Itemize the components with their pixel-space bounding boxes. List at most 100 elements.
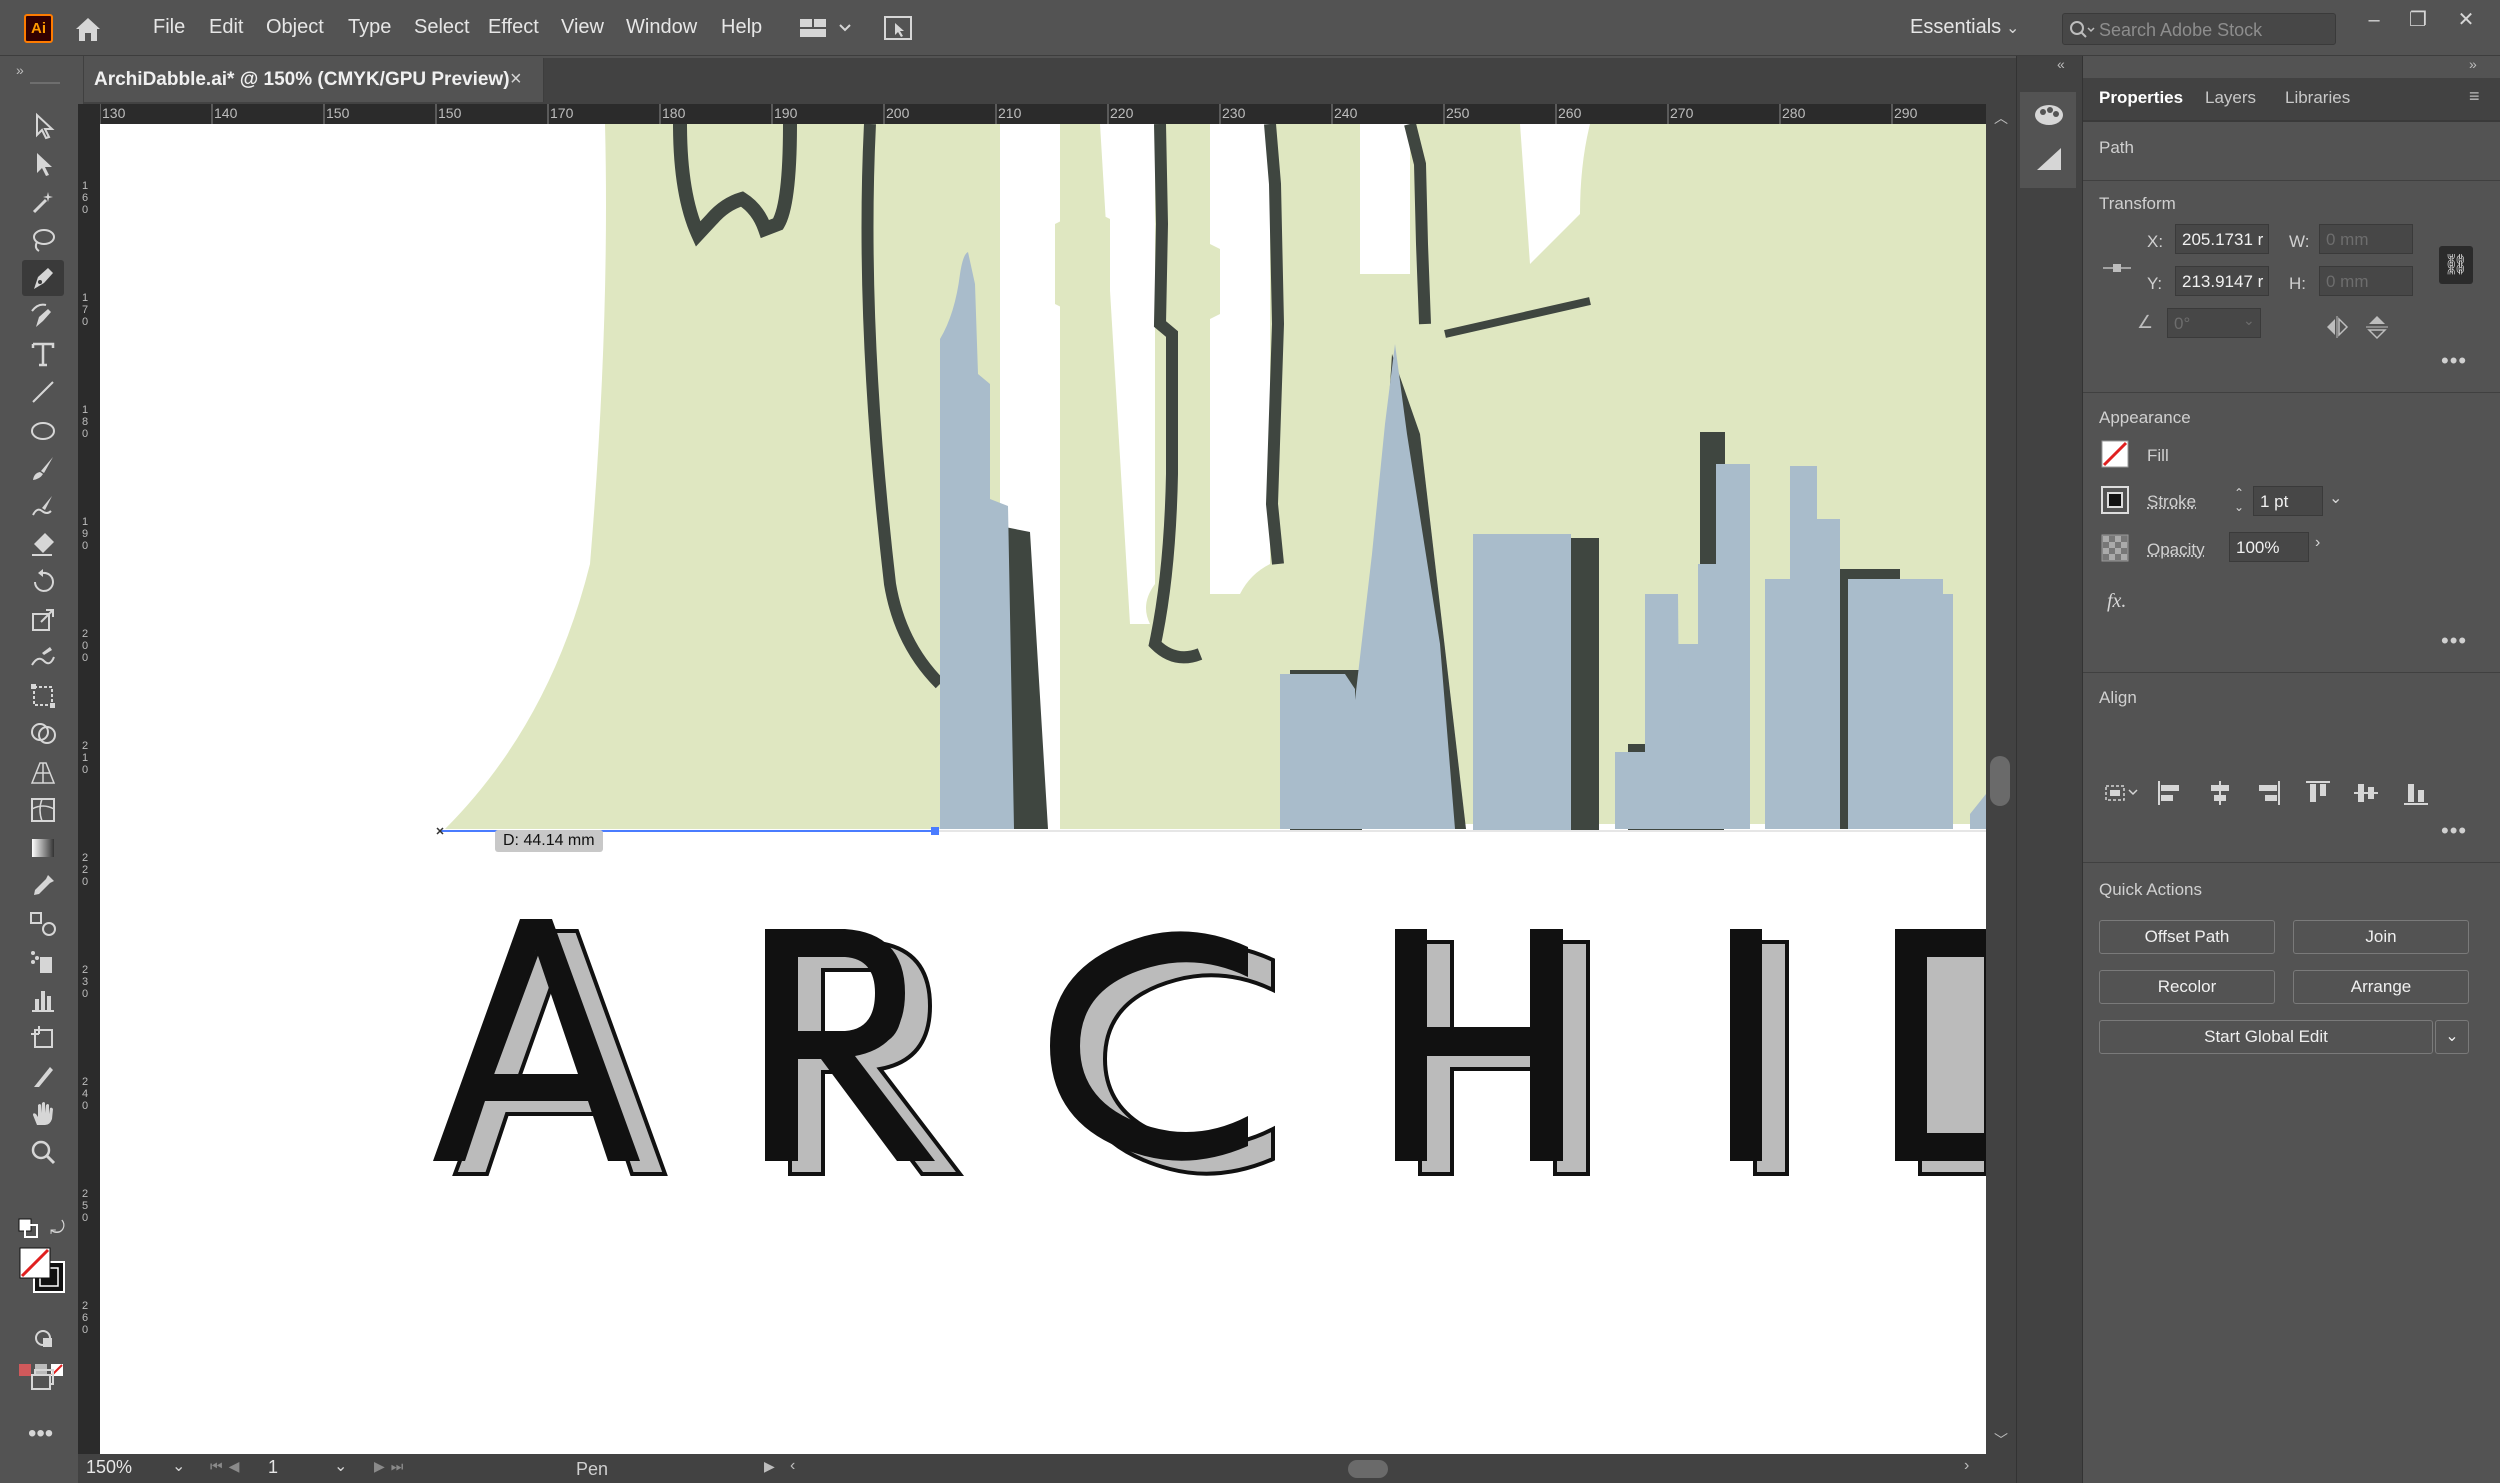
scroll-down-icon[interactable]: ﹀ (1994, 1430, 2008, 1450)
screen-mode-icon[interactable] (22, 1362, 64, 1398)
align-to-selection-icon[interactable] (2103, 778, 2138, 808)
align-horizontal-center-icon[interactable] (2205, 778, 2235, 808)
vertical-ruler[interactable]: 1 6 0 1 7 0 1 8 0 1 9 0 2 0 0 2 1 0 2 2 … (78, 124, 100, 1454)
eyedropper-tool-icon[interactable] (22, 868, 64, 904)
constrain-proportions-icon[interactable]: ⛓ (2439, 246, 2473, 284)
scale-tool-icon[interactable] (22, 602, 64, 638)
y-position-field[interactable]: 213.9147 r (2175, 266, 2269, 296)
gradient-tool-icon[interactable] (22, 830, 64, 866)
fill-stroke-swatch[interactable] (18, 1246, 68, 1294)
appearance-more-icon[interactable]: ••• (2441, 628, 2467, 654)
gradient-panel-icon[interactable] (2032, 144, 2066, 174)
scroll-right-icon[interactable]: › (1964, 1457, 1969, 1475)
menu-type[interactable]: Type (348, 16, 391, 39)
align-more-icon[interactable]: ••• (2441, 818, 2467, 844)
pen-tool-icon[interactable] (22, 260, 64, 296)
horizontal-scroll-thumb[interactable] (1348, 1460, 1388, 1478)
align-vertical-center-icon[interactable] (2351, 778, 2381, 808)
direct-selection-tool-icon[interactable] (22, 146, 64, 182)
chevron-down-icon[interactable]: ⌄ (334, 1456, 347, 1476)
chevron-down-icon[interactable]: ⌄ (2006, 18, 2019, 38)
chevron-right-icon[interactable]: › (2315, 534, 2320, 552)
home-icon[interactable] (72, 14, 104, 44)
free-transform-tool-icon[interactable] (22, 678, 64, 714)
chevron-down-icon[interactable]: ⌄ (2329, 488, 2342, 508)
align-left-icon[interactable] (2155, 778, 2185, 808)
align-bottom-icon[interactable] (2401, 778, 2431, 808)
slice-tool-icon[interactable] (22, 1058, 64, 1094)
last-artboard-icon[interactable]: ▶⏭ (374, 1458, 409, 1475)
flip-vertical-icon[interactable] (2363, 314, 2391, 340)
stroke-weight-field[interactable]: 1 pt (2253, 486, 2323, 516)
align-right-icon[interactable] (2253, 778, 2283, 808)
rotate-tool-icon[interactable] (22, 564, 64, 600)
arrange-documents-icon[interactable] (882, 14, 914, 42)
opacity-icon[interactable] (2101, 534, 2129, 562)
eraser-tool-icon[interactable] (22, 526, 64, 562)
effects-icon[interactable]: fx. (2107, 590, 2126, 613)
menu-effect[interactable]: Effect (488, 16, 539, 39)
height-field[interactable]: 0 mm (2319, 266, 2413, 296)
tab-properties[interactable]: Properties (2099, 88, 2183, 108)
transform-more-icon[interactable]: ••• (2441, 348, 2467, 374)
chevron-down-icon[interactable]: ⌄ (172, 1456, 185, 1476)
artwork[interactable] (100, 124, 1986, 1454)
menu-select[interactable]: Select (414, 16, 470, 39)
shaper-tool-icon[interactable] (22, 488, 64, 524)
workspace-name[interactable]: Essentials (1910, 16, 2001, 39)
curvature-tool-icon[interactable] (22, 298, 64, 334)
line-segment-tool-icon[interactable] (22, 374, 64, 410)
mesh-tool-icon[interactable] (22, 792, 64, 828)
x-position-field[interactable]: 205.1731 r (2175, 224, 2269, 254)
stroke-label[interactable]: Stroke (2147, 492, 2196, 512)
selection-tool-icon[interactable] (22, 108, 64, 144)
menu-view[interactable]: View (561, 16, 604, 39)
symbol-sprayer-tool-icon[interactable] (22, 944, 64, 980)
first-artboard-icon[interactable]: ⏮◀ (210, 1458, 245, 1475)
menu-help[interactable]: Help (721, 16, 762, 39)
join-button[interactable]: Join (2293, 920, 2469, 954)
document-tab[interactable]: ArchiDabble.ai* @ 150% (CMYK/GPU Preview… (84, 58, 544, 102)
stroke-swatch[interactable] (2101, 486, 2129, 514)
restore-icon[interactable]: ❐ (2398, 6, 2438, 34)
vertical-scrollbar[interactable]: ︿ ﹀ (1986, 104, 2016, 1454)
expand-dock-icon[interactable]: « (2057, 56, 2065, 72)
opacity-field[interactable]: 100% (2229, 532, 2309, 562)
stroke-stepper-icon[interactable]: ⌃ ⌄ (2229, 486, 2249, 518)
default-fill-stroke-icon[interactable] (18, 1218, 38, 1238)
artboard-number[interactable]: 1 (268, 1457, 328, 1478)
menu-window[interactable]: Window (626, 16, 697, 39)
reference-point-icon[interactable] (2101, 252, 2133, 284)
zoom-tool-icon[interactable] (22, 1134, 64, 1170)
search-stock-input[interactable]: Search Adobe Stock (2062, 13, 2336, 45)
close-icon[interactable]: ✕ (2446, 6, 2486, 34)
swap-fill-stroke-icon[interactable]: ⤾ (50, 1218, 70, 1238)
lasso-tool-icon[interactable] (22, 222, 64, 258)
menu-file[interactable]: File (153, 16, 185, 39)
warp-tool-icon[interactable] (22, 640, 64, 676)
vertical-scroll-thumb[interactable] (1990, 756, 2010, 806)
column-graph-tool-icon[interactable] (22, 982, 64, 1018)
opacity-label[interactable]: Opacity (2147, 540, 2205, 560)
ruler-origin[interactable] (78, 104, 100, 124)
collapse-panel-icon[interactable]: » (2469, 56, 2477, 72)
perspective-grid-tool-icon[interactable] (22, 754, 64, 790)
close-tab-icon[interactable]: × (510, 68, 522, 91)
panel-menu-icon[interactable]: ≡ (2469, 86, 2480, 107)
edit-toolbar-icon[interactable]: ••• (28, 1420, 53, 1448)
shape-builder-tool-icon[interactable] (22, 716, 64, 752)
arrange-button[interactable]: Arrange (2293, 970, 2469, 1004)
paintbrush-tool-icon[interactable] (22, 450, 64, 486)
status-menu-icon[interactable]: ▶ (764, 1458, 775, 1475)
zoom-level[interactable]: 150% (86, 1457, 172, 1480)
hand-tool-icon[interactable] (22, 1096, 64, 1132)
ellipse-tool-icon[interactable] (22, 412, 64, 448)
drawing-modes-icon[interactable] (22, 1320, 64, 1356)
menu-edit[interactable]: Edit (209, 16, 243, 39)
chevron-down-icon[interactable]: ⌄ (2243, 312, 2255, 329)
horizontal-ruler[interactable]: 130 140 150 150 170 180 190 200 210 220 … (100, 104, 1986, 124)
recolor-button[interactable]: Recolor (2099, 970, 2275, 1004)
fill-none-swatch[interactable] (2101, 440, 2129, 468)
blend-tool-icon[interactable] (22, 906, 64, 942)
menu-object[interactable]: Object (266, 16, 324, 39)
